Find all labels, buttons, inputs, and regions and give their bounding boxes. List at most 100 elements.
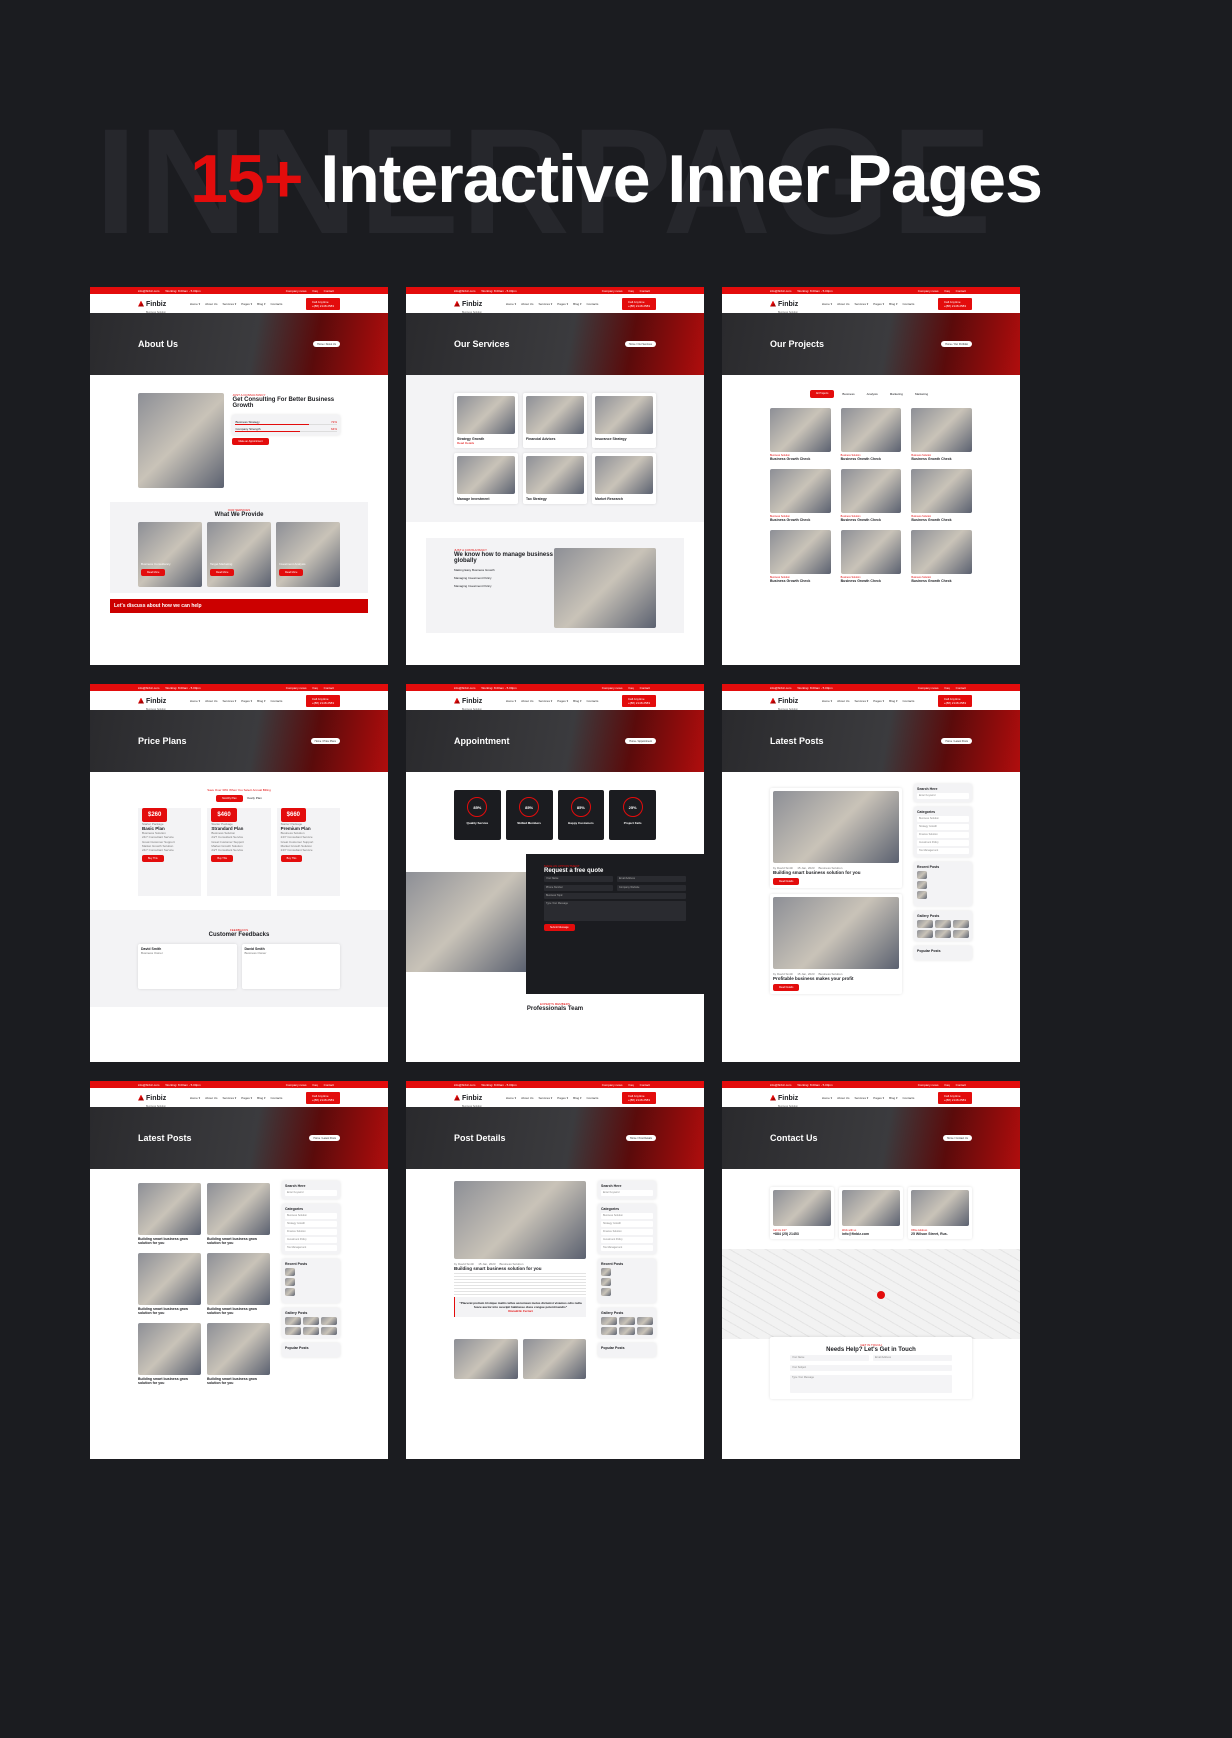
gallery-image[interactable]	[601, 1317, 617, 1325]
filter-tab[interactable]: Marketing	[911, 390, 932, 398]
top-link[interactable]: Contact	[640, 289, 650, 293]
post-card[interactable]: Building smart business grow solution fo…	[138, 1323, 201, 1385]
filter-tab[interactable]: Business	[838, 390, 858, 398]
nav-item[interactable]: About Us	[205, 699, 217, 703]
logo[interactable]: FinbizBusiness Solution	[770, 690, 798, 711]
nav-item[interactable]: Pages ▾	[241, 699, 252, 703]
call-button[interactable]: Call Anytime +(88) 2148.2583	[305, 1091, 340, 1104]
recent-post-thumb[interactable]	[917, 871, 927, 879]
category-link[interactable]: Strategy Growth	[917, 824, 969, 830]
nav-item[interactable]: About Us	[521, 699, 533, 703]
search-input[interactable]: Enter Keyword	[285, 1190, 337, 1196]
nav-item[interactable]: Home ▾	[506, 302, 516, 306]
gallery-image[interactable]	[619, 1317, 635, 1325]
filter-tab[interactable]: Marketing	[886, 390, 907, 398]
top-link[interactable]: Contact	[324, 289, 334, 293]
form-field[interactable]: Your Name	[544, 876, 613, 882]
top-link[interactable]: Company news	[286, 289, 307, 293]
project-tile[interactable]: Business Solution Business Growth Check	[911, 408, 972, 461]
nav-item[interactable]: Blog ▾	[573, 302, 581, 306]
top-link[interactable]: Company news	[918, 686, 939, 690]
form-field[interactable]: Email Address	[873, 1355, 952, 1361]
breadcrumb[interactable]: Home / Price Plans	[310, 738, 340, 744]
toggle-option[interactable]: Yearly Plan	[247, 796, 262, 800]
nav-item[interactable]: Pages ▾	[873, 699, 884, 703]
buy-button[interactable]: Buy This	[142, 855, 164, 863]
category-link[interactable]: Strategy Growth	[601, 1221, 653, 1227]
post-card[interactable]: Building smart business grow solution fo…	[207, 1183, 270, 1245]
nav-item[interactable]: Pages ▾	[557, 1096, 568, 1100]
nav-item[interactable]: Blog ▾	[889, 699, 897, 703]
category-link[interactable]: Business Solution	[601, 1213, 653, 1219]
project-tile[interactable]: Business Solution Business Growth Check	[840, 530, 902, 583]
read-more-link[interactable]: Read Details	[457, 441, 515, 445]
nav-item[interactable]: Services ▾	[538, 1096, 552, 1100]
call-button[interactable]: Call Anytime +(88) 2148.2583	[305, 297, 340, 310]
top-link[interactable]: Faq	[944, 1083, 949, 1087]
nav-item[interactable]: Services ▾	[538, 302, 552, 306]
top-link[interactable]: Faq	[312, 686, 317, 690]
search-input[interactable]: Enter Keyword	[601, 1190, 653, 1196]
project-tile[interactable]: Business Solution Business Growth Check	[770, 530, 831, 583]
gallery-image[interactable]	[637, 1317, 653, 1325]
top-link[interactable]: Faq	[312, 1083, 317, 1087]
breadcrumb[interactable]: Home / Post Details	[625, 1135, 656, 1141]
project-tile[interactable]: Business Solution Business Growth Check	[770, 408, 831, 461]
nav-item[interactable]: Contacts	[587, 302, 599, 306]
category-link[interactable]: Tax Management	[601, 1245, 653, 1251]
gallery-image[interactable]	[285, 1317, 301, 1325]
message-field[interactable]: Type Your Message	[544, 901, 686, 921]
nav-item[interactable]: Home ▾	[190, 699, 200, 703]
top-link[interactable]: Contact	[324, 1083, 334, 1087]
top-link[interactable]: Contact	[324, 686, 334, 690]
post-card[interactable]: Building smart business grow solution fo…	[207, 1323, 270, 1385]
gallery-image[interactable]	[285, 1327, 301, 1335]
nav-item[interactable]: Blog ▾	[573, 1096, 581, 1100]
breadcrumb[interactable]: Home / Our Portfolio	[941, 341, 972, 347]
service-card[interactable]: Tax Strategy	[523, 453, 587, 504]
service-card[interactable]: Business Consultancy Read More	[138, 522, 202, 587]
top-link[interactable]: Company news	[286, 1083, 307, 1087]
filter-tab[interactable]: All Projects	[809, 390, 835, 398]
gallery-image[interactable]	[321, 1327, 337, 1335]
logo[interactable]: FinbizBusiness Solution	[138, 293, 166, 314]
contact-value[interactable]: 25 Wilson Street, Rus.	[911, 1232, 969, 1236]
gallery-image[interactable]	[303, 1317, 319, 1325]
nav-item[interactable]: Blog ▾	[257, 1096, 265, 1100]
recent-post-thumb[interactable]	[917, 881, 927, 889]
call-button[interactable]: Call Anytime +(88) 2148.2583	[937, 297, 972, 310]
category-link[interactable]: Tax Management	[285, 1245, 337, 1251]
top-link[interactable]: Contact	[956, 686, 966, 690]
recent-post-thumb[interactable]	[285, 1268, 295, 1276]
gallery-image[interactable]	[619, 1327, 635, 1335]
nav-item[interactable]: Contacts	[903, 302, 915, 306]
buy-button[interactable]: Buy This	[280, 855, 303, 863]
gallery-image[interactable]	[935, 920, 951, 928]
buy-button[interactable]: Buy This	[211, 855, 234, 863]
nav-item[interactable]: Services ▾	[222, 699, 236, 703]
project-tile[interactable]: Business Solution Business Growth Check	[770, 469, 831, 522]
top-link[interactable]: Faq	[628, 289, 633, 293]
form-field[interactable]: Your Name	[790, 1355, 869, 1361]
breadcrumb[interactable]: Home / Appointment	[625, 738, 656, 744]
recent-post-thumb[interactable]	[601, 1278, 611, 1286]
toggle-option[interactable]: Monthly Plan	[216, 795, 243, 802]
gallery-image[interactable]	[303, 1327, 319, 1335]
recent-post-thumb[interactable]	[601, 1288, 611, 1296]
top-link[interactable]: Contact	[640, 1083, 650, 1087]
nav-item[interactable]: Contacts	[271, 1096, 283, 1100]
breadcrumb[interactable]: Home / Latest Posts	[309, 1135, 340, 1141]
appointment-button[interactable]: Make an Appointment	[232, 438, 269, 445]
breadcrumb[interactable]: Home / Contact Us	[942, 1135, 972, 1141]
nav-item[interactable]: About Us	[205, 1096, 217, 1100]
nav-item[interactable]: Home ▾	[506, 699, 516, 703]
topic-field[interactable]: Business Topic	[544, 893, 686, 899]
service-card[interactable]: Target Marketing Read More	[207, 522, 271, 587]
top-link[interactable]: Faq	[944, 686, 949, 690]
form-field[interactable]: Type Your Message	[790, 1375, 952, 1393]
gallery-image[interactable]	[601, 1327, 617, 1335]
breadcrumb[interactable]: Home / Our Services	[624, 341, 656, 347]
service-card[interactable]: Financial Advices	[523, 393, 587, 448]
category-link[interactable]: Tax Management	[917, 848, 969, 854]
service-card[interactable]: Manage Investment	[454, 453, 518, 504]
